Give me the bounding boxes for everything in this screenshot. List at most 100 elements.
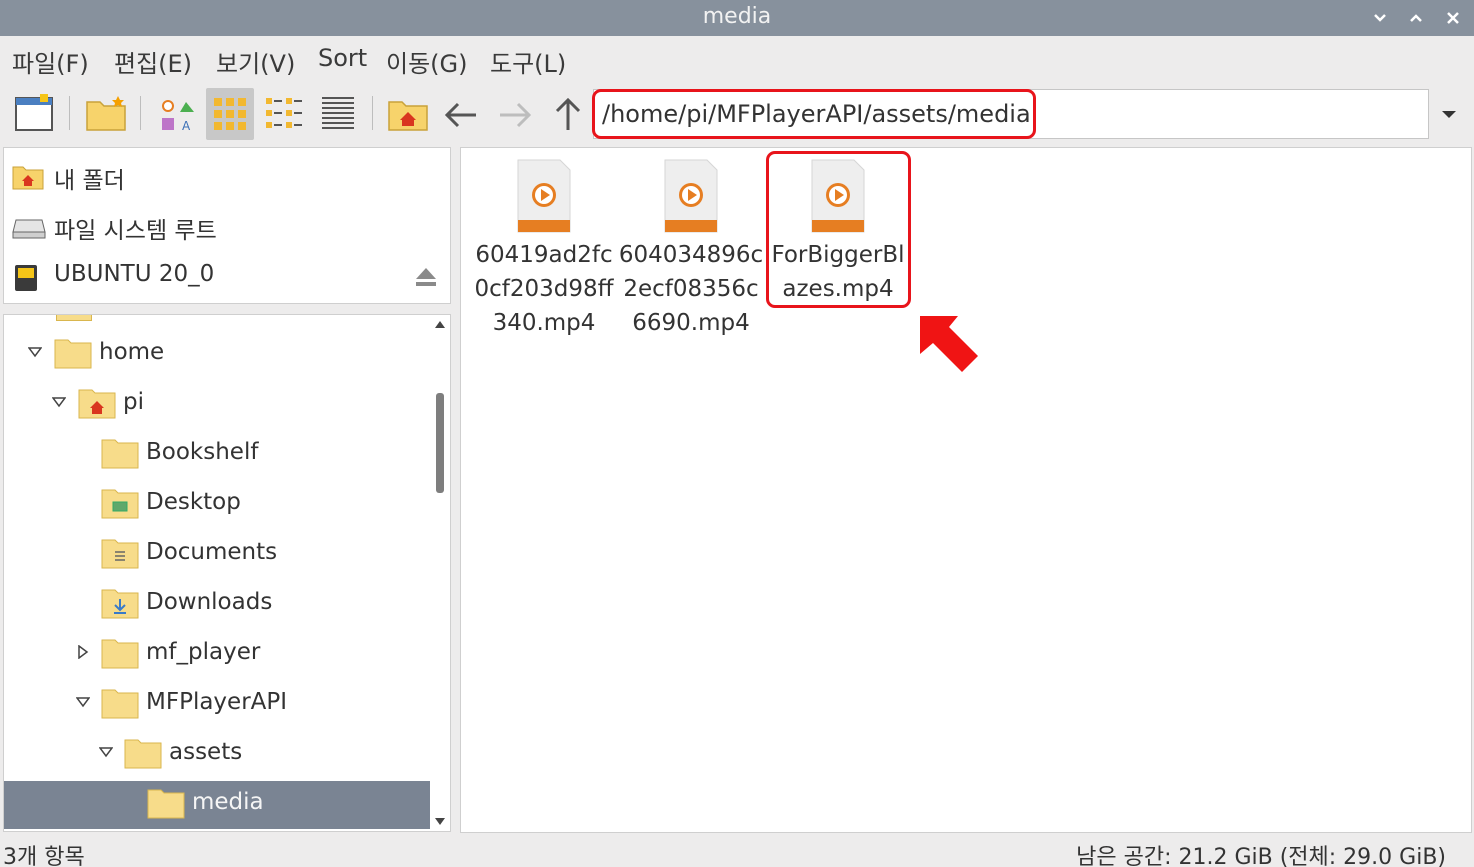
- folder-icon: [147, 789, 185, 819]
- thumbnail-view-button[interactable]: A: [154, 88, 202, 140]
- tree-node-label: mf_player: [146, 639, 261, 665]
- file-name: 604034896c2ecf08356c6690.mp4: [618, 242, 764, 336]
- path-bar[interactable]: [593, 89, 1429, 139]
- list-view-button[interactable]: [314, 88, 362, 140]
- tree-node-label: Bookshelf: [146, 439, 259, 465]
- folder-icon: [101, 639, 139, 669]
- tree-node-home[interactable]: home: [4, 331, 430, 379]
- menu-view[interactable]: 보기(V): [216, 44, 295, 79]
- video-file-icon: [517, 159, 571, 233]
- tree-node-documents[interactable]: Documents: [4, 531, 430, 579]
- back-button[interactable]: [438, 88, 486, 140]
- tree-node-downloads[interactable]: Downloads: [4, 581, 430, 629]
- compact-view-button[interactable]: [260, 88, 308, 140]
- tree-node-label: home: [99, 339, 165, 365]
- file-item[interactable]: ForBiggerBlazes.mp4: [765, 158, 911, 306]
- scroll-up-icon[interactable]: [434, 319, 446, 329]
- forward-button[interactable]: [490, 88, 538, 140]
- downloads-folder-icon: [101, 589, 139, 619]
- toolbar-separator: [69, 96, 70, 130]
- folder-icon: [101, 689, 139, 719]
- tree-node-label: MFPlayerAPI: [146, 689, 288, 715]
- scrollbar-thumb[interactable]: [436, 393, 444, 493]
- tree-node-assets[interactable]: assets: [4, 731, 430, 779]
- status-bar: 3개 항목 남은 공간: 21.2 GiB (전체: 29.0 GiB): [0, 835, 1474, 867]
- file-item[interactable]: 60419ad2fc0cf203d98ff340.mp4: [471, 158, 617, 340]
- expanded-arrow-icon: [52, 397, 66, 408]
- place-home[interactable]: 내 폴더: [8, 154, 448, 198]
- caret-down-icon: [1442, 111, 1456, 118]
- window-title: media: [702, 4, 772, 29]
- sd-card-icon: [15, 265, 37, 291]
- minimize-button[interactable]: [1365, 0, 1395, 36]
- maximize-button[interactable]: [1401, 0, 1431, 36]
- expanded-arrow-icon: [28, 347, 42, 358]
- documents-folder-icon: [101, 539, 139, 569]
- menu-edit[interactable]: 편집(E): [114, 44, 192, 79]
- file-name: ForBiggerBlazes.mp4: [771, 242, 905, 302]
- home-folder-icon: [12, 166, 44, 190]
- menu-go[interactable]: 이동(G): [386, 44, 467, 79]
- video-file-icon: [811, 159, 865, 233]
- home-folder-icon: [388, 101, 428, 131]
- file-name: 60419ad2fc0cf203d98ff340.mp4: [474, 242, 614, 336]
- home-folder-icon: [78, 389, 116, 419]
- scroll-down-icon[interactable]: [434, 817, 446, 827]
- list-view-icon: [322, 97, 354, 129]
- desktop-folder-icon: [101, 489, 139, 519]
- tree-node-pi[interactable]: pi: [4, 381, 430, 429]
- menu-file[interactable]: 파일(F): [12, 44, 89, 79]
- chevron-down-icon: [1374, 14, 1386, 22]
- expanded-arrow-icon: [76, 697, 90, 708]
- tree-node-mfplayerapi[interactable]: MFPlayerAPI: [4, 681, 430, 729]
- folder-icon: [101, 439, 139, 469]
- place-ubuntu-volume[interactable]: UBUNTU 20_0: [8, 254, 448, 298]
- collapsed-arrow-icon: [78, 645, 89, 659]
- arrow-up-icon: [555, 97, 581, 130]
- file-item[interactable]: 604034896c2ecf08356c6690.mp4: [618, 158, 764, 340]
- place-label: 내 폴더: [54, 168, 125, 194]
- place-label: 파일 시스템 루트: [54, 218, 217, 244]
- folder-icon: [124, 739, 162, 769]
- eject-icon[interactable]: [414, 266, 438, 288]
- free-space: 남은 공간: 21.2 GiB (전체: 29.0 GiB): [1076, 845, 1446, 867]
- chevron-up-icon: [1410, 14, 1422, 22]
- toolbar-separator: [372, 96, 373, 130]
- item-count: 3개 항목: [3, 845, 85, 867]
- folder-icon: [54, 339, 92, 369]
- red-pointer-arrow-icon: [920, 316, 978, 372]
- new-folder-icon: [86, 96, 126, 131]
- home-button[interactable]: [384, 88, 432, 140]
- tree-node-label: media: [192, 789, 264, 815]
- up-button[interactable]: [544, 88, 592, 140]
- place-filesystem-root[interactable]: 파일 시스템 루트: [8, 204, 448, 248]
- new-window-button[interactable]: [10, 88, 58, 140]
- new-folder-button[interactable]: [82, 88, 130, 140]
- close-button[interactable]: [1438, 0, 1468, 36]
- menu-bar: 파일(F) 편집(E) 보기(V) Sort 이동(G) 도구(L): [0, 36, 1474, 86]
- place-label: UBUNTU 20_0: [54, 261, 215, 287]
- title-bar: media: [0, 0, 1474, 36]
- tree-node-label: Documents: [146, 539, 278, 565]
- tree-node-label: Downloads: [146, 589, 273, 615]
- tree-node-desktop[interactable]: Desktop: [4, 481, 430, 529]
- video-file-icon: [664, 159, 718, 233]
- path-input[interactable]: [594, 90, 1428, 138]
- tree-node-label: assets: [169, 739, 243, 765]
- places-pane: 내 폴더 파일 시스템 루트 UBUNTU 20_0: [3, 147, 451, 304]
- tree-node-label: pi: [123, 389, 144, 415]
- arrow-right-icon: [500, 102, 532, 128]
- tree-node-bookshelf[interactable]: Bookshelf: [4, 431, 430, 479]
- arrow-left-icon: [444, 102, 476, 128]
- tree-node-media[interactable]: media: [4, 781, 430, 829]
- toolbar: A: [0, 86, 1474, 144]
- tree-node-mf-player[interactable]: mf_player: [4, 631, 430, 679]
- toolbar-separator: [140, 96, 141, 130]
- compact-view-icon: [266, 98, 302, 128]
- menu-sort[interactable]: Sort: [318, 44, 367, 72]
- new-window-icon: [15, 94, 53, 131]
- icon-view-button[interactable]: [206, 88, 254, 140]
- menu-tools[interactable]: 도구(L): [490, 44, 566, 79]
- tree-scrollbar[interactable]: [430, 315, 450, 831]
- path-history-dropdown[interactable]: [1436, 102, 1462, 126]
